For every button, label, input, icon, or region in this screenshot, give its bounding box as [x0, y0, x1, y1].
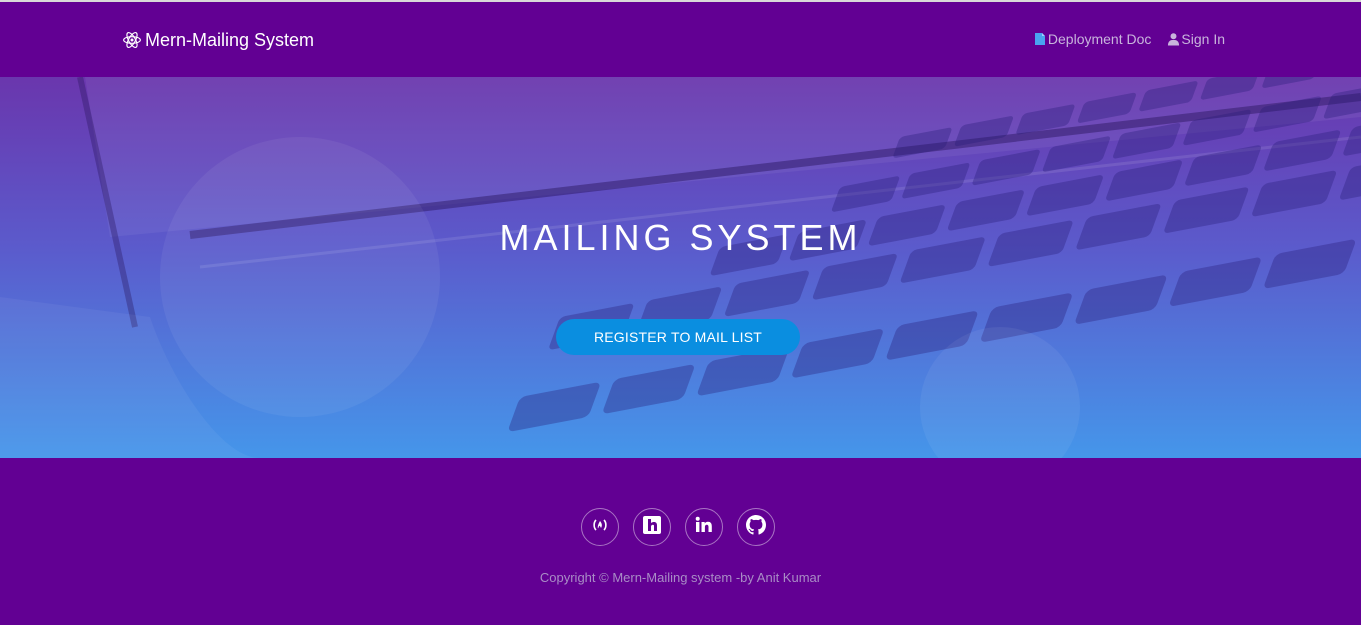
linkedin-icon: [694, 515, 714, 540]
freecodecamp-link[interactable]: [581, 508, 619, 546]
sign-in-label: Sign In: [1181, 31, 1225, 47]
deployment-doc-label: Deployment Doc: [1047, 31, 1152, 47]
navbar: Mern-Mailing System Deployment Doc Sign …: [0, 2, 1361, 77]
user-icon: [1167, 32, 1180, 46]
register-mail-list-button[interactable]: REGISTER TO MAIL LIST: [556, 319, 800, 355]
hero-section: MAILING SYSTEM REGISTER TO MAIL LIST: [0, 77, 1361, 458]
document-icon: [1034, 32, 1047, 46]
social-links: [581, 508, 775, 546]
linkedin-link[interactable]: [685, 508, 723, 546]
hashnode-link[interactable]: [633, 508, 671, 546]
deployment-doc-link[interactable]: Deployment Doc: [1034, 30, 1152, 48]
freecodecamp-icon: [590, 515, 610, 540]
laptop-keyboard-background: [0, 77, 1361, 458]
sign-in-link[interactable]: Sign In: [1167, 30, 1225, 48]
react-atom-icon: [122, 30, 142, 50]
hashnode-icon: [642, 515, 662, 540]
github-icon: [746, 514, 766, 540]
copyright-text: Copyright © Mern-Mailing system -by Anit…: [539, 570, 822, 585]
hero-title: MAILING SYSTEM: [499, 217, 862, 258]
brand-label: Mern-Mailing System: [145, 30, 315, 50]
footer: Copyright © Mern-Mailing system -by Anit…: [0, 458, 1361, 625]
github-link[interactable]: [737, 508, 775, 546]
nav-links: Deployment Doc Sign In: [1018, 30, 1225, 48]
brand-link[interactable]: Mern-Mailing System: [122, 29, 314, 51]
